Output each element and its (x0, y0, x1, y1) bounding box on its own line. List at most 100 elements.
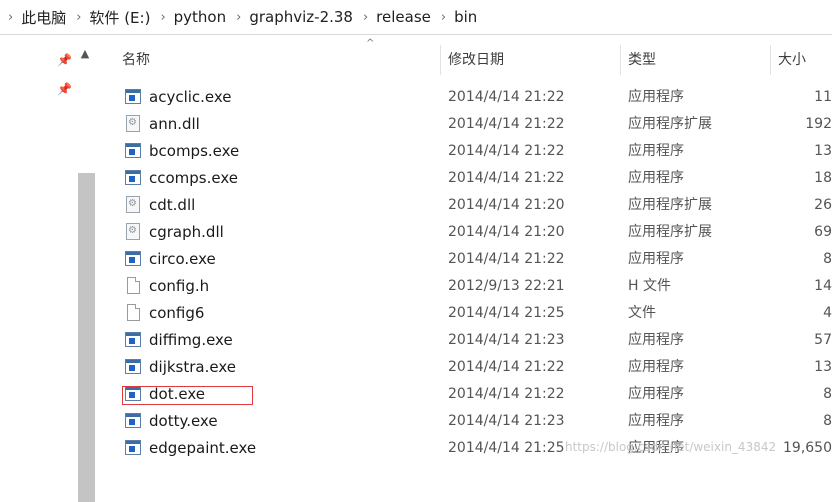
file-type: 应用程序 (628, 251, 684, 267)
file-name[interactable]: dijkstra.exe (149, 354, 236, 381)
application-icon (125, 332, 141, 347)
file-date: 2014/4/14 21:22 (448, 170, 565, 186)
file-size: 8 (823, 413, 832, 429)
file-size: 14 (814, 278, 832, 294)
file-type: 应用程序 (628, 143, 684, 159)
file-type: 应用程序 (628, 413, 684, 429)
file-date: 2012/9/13 22:21 (448, 278, 565, 294)
file-type: 应用程序 (628, 89, 684, 105)
dll-file-icon (126, 115, 140, 132)
file-name[interactable]: dotty.exe (149, 408, 218, 435)
file-date: 2014/4/14 21:23 (448, 413, 565, 429)
column-header-size[interactable]: 大小 (778, 35, 806, 75)
file-icon (127, 304, 140, 321)
file-type: 应用程序 (628, 440, 684, 456)
pin-icon[interactable]: 📌 (57, 53, 72, 67)
file-size: 13 (814, 143, 832, 159)
nav-scrollbar-thumb[interactable] (78, 173, 95, 502)
highlight-annotation (122, 386, 253, 405)
file-type: H 文件 (628, 278, 671, 294)
file-row[interactable]: acyclic.exe 2014/4/14 21:22 应用程序 11 (96, 84, 832, 111)
breadcrumb-item-drive[interactable]: 软件 (E:) (87, 7, 152, 28)
file-row[interactable]: diffimg.exe 2014/4/14 21:23 应用程序 57 (96, 327, 832, 354)
file-row[interactable]: ann.dll 2014/4/14 21:22 应用程序扩展 192 (96, 111, 832, 138)
column-header-type[interactable]: 类型 (628, 35, 656, 75)
file-row[interactable]: dijkstra.exe 2014/4/14 21:22 应用程序 13 (96, 354, 832, 381)
file-date: 2014/4/14 21:25 (448, 440, 565, 456)
file-name[interactable]: acyclic.exe (149, 84, 232, 111)
file-row[interactable]: bcomps.exe 2014/4/14 21:22 应用程序 13 (96, 138, 832, 165)
file-name[interactable]: config6 (149, 300, 204, 327)
file-name[interactable]: bcomps.exe (149, 138, 239, 165)
column-divider[interactable] (620, 45, 621, 75)
file-list: acyclic.exe 2014/4/14 21:22 应用程序 11 ann.dll 2… (96, 84, 832, 467)
file-name[interactable]: ccomps.exe (149, 165, 238, 192)
file-size: 11 (814, 89, 832, 105)
file-size: 26 (814, 197, 832, 213)
chevron-right-icon[interactable]: › (228, 10, 247, 25)
chevron-up-icon[interactable]: ▲ (78, 47, 92, 61)
file-date: 2014/4/14 21:23 (448, 332, 565, 348)
file-date: 2014/4/14 21:22 (448, 386, 565, 402)
file-row[interactable]: edgepaint.exe 2014/4/14 21:25 应用程序 19,650 (96, 435, 832, 462)
pin-icon[interactable]: 📌 (57, 82, 72, 96)
file-size: 69 (814, 224, 832, 240)
chevron-right-icon[interactable]: › (68, 10, 87, 25)
navigation-pane: 📌 📌 ▲ (0, 35, 96, 502)
application-icon (125, 359, 141, 374)
file-row[interactable]: ccomps.exe 2014/4/14 21:22 应用程序 18 (96, 165, 832, 192)
file-size: 192 (805, 116, 832, 132)
file-date: 2014/4/14 21:20 (448, 197, 565, 213)
file-row[interactable]: dotty.exe 2014/4/14 21:23 应用程序 8 (96, 408, 832, 435)
file-name[interactable]: diffimg.exe (149, 327, 233, 354)
file-type: 应用程序扩展 (628, 224, 712, 240)
breadcrumb-item-bin[interactable]: bin (452, 8, 479, 26)
chevron-right-icon[interactable]: › (355, 10, 374, 25)
column-header-date[interactable]: 修改日期 (448, 35, 504, 75)
file-name[interactable]: circo.exe (149, 246, 216, 273)
sort-ascending-icon: ^ (366, 38, 375, 49)
file-date: 2014/4/14 21:20 (448, 224, 565, 240)
file-row[interactable]: cgraph.dll 2014/4/14 21:20 应用程序扩展 69 (96, 219, 832, 246)
application-icon (125, 89, 141, 104)
address-bar[interactable]: › 此电脑 › 软件 (E:) › python › graphviz-2.38… (0, 0, 832, 35)
file-size: 13 (814, 359, 832, 375)
application-icon (125, 413, 141, 428)
file-row[interactable]: config.h 2012/9/13 22:21 H 文件 14 (96, 273, 832, 300)
file-name[interactable]: edgepaint.exe (149, 435, 256, 462)
column-header-name[interactable]: 名称 (122, 35, 150, 75)
application-icon (125, 170, 141, 185)
file-date: 2014/4/14 21:22 (448, 143, 565, 159)
file-row[interactable]: config6 2014/4/14 21:25 文件 4 (96, 300, 832, 327)
file-type: 应用程序 (628, 332, 684, 348)
application-icon (125, 143, 141, 158)
file-size: 19,650 (783, 440, 832, 456)
breadcrumb-item-python[interactable]: python (172, 8, 228, 26)
breadcrumb-item-release[interactable]: release (374, 8, 433, 26)
chevron-right-icon[interactable]: › (433, 10, 452, 25)
file-name[interactable]: ann.dll (149, 111, 200, 138)
dll-file-icon (126, 196, 140, 213)
file-name[interactable]: cdt.dll (149, 192, 195, 219)
file-size: 4 (823, 305, 832, 321)
file-date: 2014/4/14 21:25 (448, 305, 565, 321)
application-icon (125, 440, 141, 455)
file-type: 应用程序 (628, 386, 684, 402)
dll-file-icon (126, 223, 140, 240)
application-icon (125, 251, 141, 266)
file-row[interactable]: cdt.dll 2014/4/14 21:20 应用程序扩展 26 (96, 192, 832, 219)
column-header: ^ 名称 修改日期 类型 大小 (96, 35, 832, 75)
chevron-right-icon[interactable]: › (152, 10, 171, 25)
file-type: 应用程序 (628, 359, 684, 375)
column-divider[interactable] (440, 45, 441, 75)
breadcrumb-item-this-pc[interactable]: 此电脑 (19, 7, 68, 28)
chevron-right-icon[interactable]: › (0, 10, 19, 25)
file-name[interactable]: cgraph.dll (149, 219, 224, 246)
file-date: 2014/4/14 21:22 (448, 251, 565, 267)
column-divider[interactable] (770, 45, 771, 75)
file-row[interactable]: circo.exe 2014/4/14 21:22 应用程序 8 (96, 246, 832, 273)
file-name[interactable]: config.h (149, 273, 209, 300)
breadcrumb-item-graphviz[interactable]: graphviz-2.38 (247, 8, 355, 26)
file-type: 应用程序扩展 (628, 197, 712, 213)
file-size: 8 (823, 251, 832, 267)
